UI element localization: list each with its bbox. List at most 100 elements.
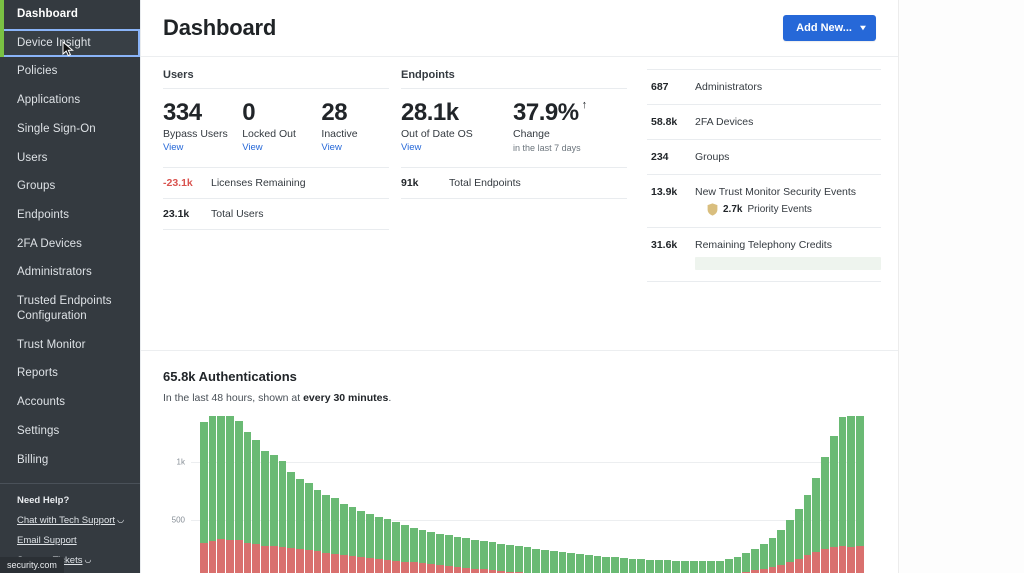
chart-bar [821, 416, 829, 573]
summary-item-value: 13.9k [651, 186, 678, 198]
chart-bar [838, 416, 847, 573]
sidebar-item-users[interactable]: Users [0, 144, 140, 173]
endpoints-stat-value: 91k [401, 177, 419, 190]
chart-bar-success-segment [418, 529, 427, 564]
sidebar-item-endpoints[interactable]: Endpoints [0, 201, 140, 230]
endpoints-change-sublabel: in the last 7 days [513, 143, 581, 154]
chart-bar-success-segment [663, 560, 672, 573]
sidebar-item-billing[interactable]: Billing [0, 446, 140, 475]
users-inactive-view-link[interactable]: View [321, 142, 389, 153]
users-stat-row: -23.1k Licenses Remaining [163, 168, 389, 198]
chart-bar-success-segment [479, 541, 488, 570]
chart-bar-failure-segment [339, 554, 348, 573]
endpoints-metrics: 28.1k Out of Date OS View 37.9% ↑ Change in th… [401, 89, 627, 167]
sidebar-item-label: Dashboard [17, 8, 78, 20]
chart-bar-success-segment [654, 560, 663, 573]
users-bypass-users-view-link[interactable]: View [163, 142, 242, 153]
sidebar-item-dashboard[interactable]: Dashboard [0, 0, 140, 29]
chart-y-tick-label: 1k [176, 457, 185, 467]
sidebar-item-trust-monitor[interactable]: Trust Monitor [0, 331, 140, 360]
chart-bar [646, 416, 654, 573]
chart-bar [803, 416, 812, 573]
chart-bar-success-segment [584, 554, 593, 573]
users-locked-out-value: 0 [242, 99, 256, 126]
sidebar-item-accounts[interactable]: Accounts [0, 388, 140, 417]
sidebar-item-trusted-endpoints-configuration[interactable]: Trusted Endpoints Configuration [0, 287, 140, 330]
sidebar-item-label: Device Insight [17, 36, 91, 49]
chart-bar-success-segment [847, 416, 855, 547]
users-stat-label: Licenses Remaining [211, 177, 306, 190]
chart-bar [847, 416, 855, 573]
chart-bar [794, 416, 803, 573]
chart-bar [331, 416, 339, 573]
sidebar-item-label: 2FA Devices [17, 237, 83, 250]
chart-bar [444, 416, 453, 573]
chart-bar [418, 416, 427, 573]
summary-list: 687 Administrators 58.8k 2FA Devices 234 Grou… [647, 69, 881, 282]
trend-up-icon: ↑ [581, 99, 588, 111]
chart-bar-failure-segment [471, 568, 479, 573]
sidebar-item-administrators[interactable]: Administrators [0, 258, 140, 287]
chart-bar-success-segment [558, 552, 567, 573]
endpoints-stat-label: Total Endpoints [449, 177, 521, 190]
chart-bar-failure-segment [444, 565, 453, 573]
endpoints-change-metric: 37.9% ↑ Change in the last 7 days [513, 99, 627, 154]
chart-bar-success-segment [392, 522, 400, 561]
summary-item-body: New Trust Monitor Security Events 2.7k Pri… [695, 186, 856, 216]
summary-list-item: 58.8k 2FA Devices [647, 105, 881, 140]
chart-bar [243, 416, 252, 573]
users-locked-out-view-link[interactable]: View [242, 142, 321, 153]
chart-bar-failure-segment [838, 545, 847, 573]
chart-bar [698, 416, 707, 573]
chart-bar-success-segment [339, 503, 348, 555]
chart-bar [724, 416, 733, 573]
chart-y-axis: 500 1k [163, 416, 189, 573]
endpoints-change-label: Change [513, 128, 550, 141]
add-new-button[interactable]: Add New... ▾ [783, 15, 876, 41]
sidebar-item-label: Applications [17, 94, 81, 107]
sidebar-item-device-insight[interactable]: Device Insight [0, 28, 140, 58]
external-link-icon: ◡ [84, 554, 92, 564]
chart-bar-failure-segment [261, 545, 269, 573]
chart-bar-success-segment [208, 416, 217, 542]
chart-bar-success-segment [768, 537, 777, 567]
chart-bar-success-segment [803, 494, 812, 556]
chart-bar-failure-segment [768, 566, 777, 573]
sidebar-item-single-sign-on[interactable]: Single Sign-On [0, 115, 140, 144]
chart-bar [856, 416, 864, 573]
divider [163, 229, 389, 231]
users-stat-label: Total Users [211, 208, 264, 221]
sidebar-item-applications[interactable]: Applications [0, 86, 140, 115]
summary-list-item: 13.9k New Trust Monitor Security Events 2.… [647, 175, 881, 228]
users-bypass-users-metric: 334 Bypass Users View [163, 100, 242, 153]
endpoints-out-of-date-os-view-link[interactable]: View [401, 142, 513, 153]
chart-bar [777, 416, 785, 573]
chart-bar [392, 416, 400, 573]
chart-bar-success-segment [217, 416, 225, 539]
summary-item-body: Administrators [695, 81, 762, 93]
chart-bar [558, 416, 567, 573]
chart-bar-failure-segment [269, 546, 278, 573]
sidebar-item-2fa-devices[interactable]: 2FA Devices [0, 230, 140, 259]
chart-bar [593, 416, 602, 573]
chat-with-tech-support-link[interactable]: Chat with Tech Support ◡ [17, 515, 126, 527]
sidebar-item-label: Reports [17, 367, 58, 380]
chart-bar-success-segment [698, 560, 707, 573]
chart-bar-success-segment [366, 514, 374, 559]
endpoints-out-of-date-os-label: Out of Date OS [401, 128, 473, 141]
chart-bar-failure-segment [331, 553, 339, 573]
sidebar-item-policies[interactable]: Policies [0, 57, 140, 86]
email-support-link[interactable]: Email Support [17, 535, 126, 547]
chart-bar [191, 416, 199, 573]
summary-item-value: 687 [651, 81, 669, 93]
chart-bar-failure-segment [794, 558, 803, 573]
chart-bar-failure-segment [366, 558, 374, 573]
sidebar-item-reports[interactable]: Reports [0, 359, 140, 388]
sidebar-item-settings[interactable]: Settings [0, 417, 140, 446]
chart-bar-success-segment [838, 417, 847, 546]
chart-bar-success-segment [812, 477, 820, 552]
chart-bar [401, 416, 409, 573]
chart-bar-failure-segment [409, 562, 418, 573]
chart-bar [462, 416, 470, 573]
sidebar-item-groups[interactable]: Groups [0, 172, 140, 201]
